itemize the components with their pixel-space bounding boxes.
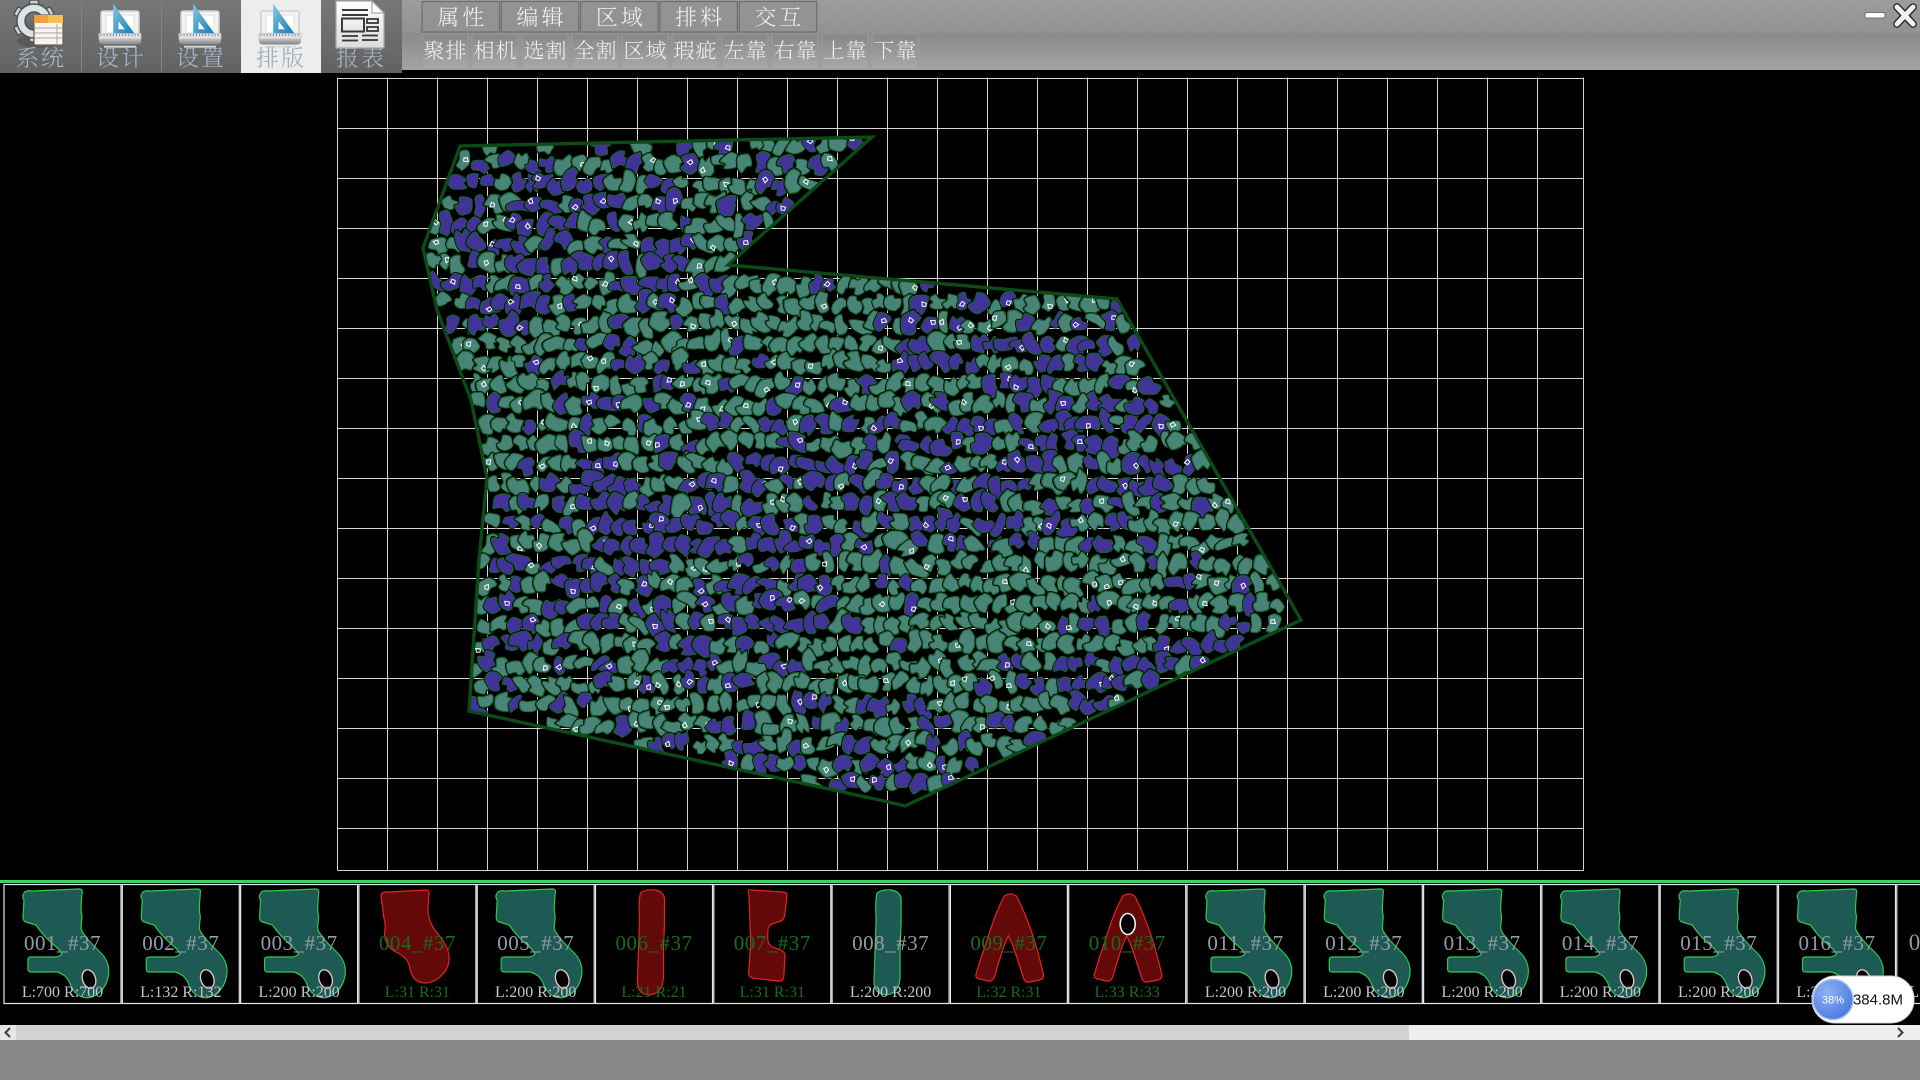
svg-text:01: 01 [1909,930,1920,955]
svg-text:L:31 R:31: L:31 R:31 [740,984,805,1001]
svg-text:L:200 R:200: L:200 R:200 [850,984,931,1001]
svg-text:L:200 R:200: L:200 R:200 [258,984,339,1001]
svg-text:014_#37: 014_#37 [1562,931,1639,955]
svg-text:003_#37: 003_#37 [261,931,338,955]
svg-text:008_#37: 008_#37 [852,931,929,955]
svg-text:005_#37: 005_#37 [497,931,574,955]
svg-text:L:32 R:31: L:32 R:31 [976,984,1041,1001]
svg-text:L:132 R:132: L:132 R:132 [140,984,221,1001]
svg-text:L:200 R:200: L:200 R:200 [1205,984,1286,1001]
svg-text:L:200 R:200: L:200 R:200 [1678,984,1759,1001]
svg-text:015_#37: 015_#37 [1680,931,1757,955]
svg-text:013_#37: 013_#37 [1444,931,1521,955]
svg-text:L:200 R:200: L:200 R:200 [1560,984,1641,1001]
svg-text:L:31 R:31: L:31 R:31 [385,984,450,1001]
svg-text:384.8M: 384.8M [1853,992,1903,1009]
svg-text:016_#37: 016_#37 [1799,931,1876,955]
svg-text:004_#37: 004_#37 [379,931,456,955]
svg-text:011_#37: 011_#37 [1207,931,1283,955]
svg-text:009_#37: 009_#37 [970,931,1047,955]
svg-text:006_#37: 006_#37 [616,931,693,955]
svg-text:L:200 R:200: L:200 R:200 [1323,984,1404,1001]
svg-text:L:700 R:700: L:700 R:700 [22,984,103,1001]
svg-text:010_#37: 010_#37 [1089,931,1166,955]
svg-text:L:200 R:200: L:200 R:200 [1441,984,1522,1001]
svg-text:L:21 R:21: L:21 R:21 [621,984,686,1001]
svg-text:001_#37: 001_#37 [24,931,101,955]
svg-text:L:200 R:200: L:200 R:200 [495,984,576,1001]
svg-text:L:33 R:33: L:33 R:33 [1095,984,1160,1001]
svg-text:012_#37: 012_#37 [1325,931,1402,955]
svg-text:38%: 38% [1822,995,1844,1007]
svg-text:002_#37: 002_#37 [142,931,219,955]
svg-text:007_#37: 007_#37 [734,931,811,955]
